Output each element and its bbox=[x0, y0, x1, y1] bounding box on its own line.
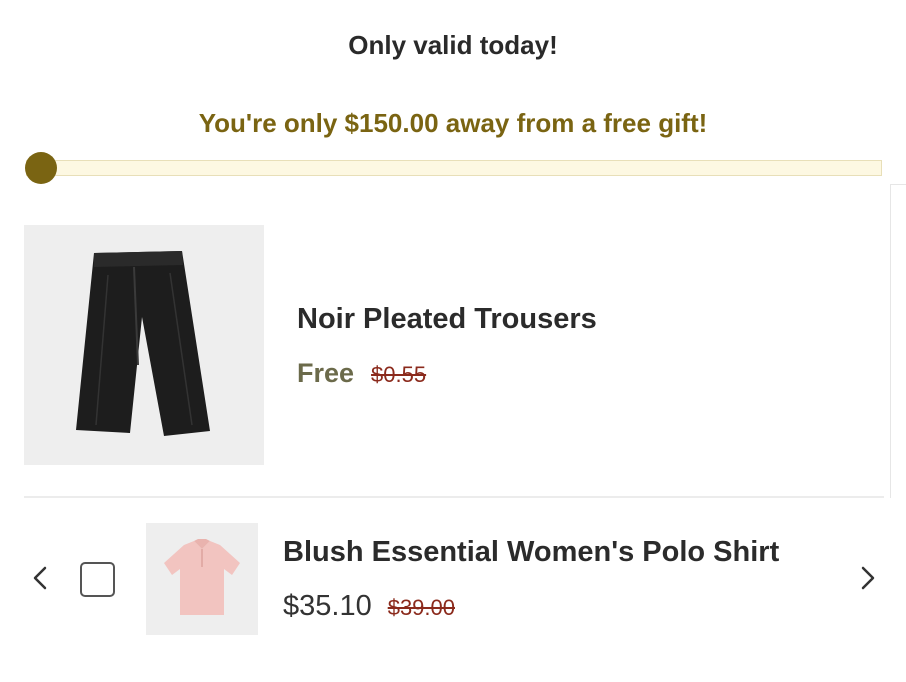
next-card-edge bbox=[890, 184, 906, 498]
black-trousers-image bbox=[76, 251, 210, 436]
promo-title: Only valid today! bbox=[348, 30, 558, 60]
upsell-product-image[interactable] bbox=[146, 523, 258, 635]
free-gift-progress-message: You're only $150.00 away from a free gif… bbox=[198, 108, 708, 138]
upsell-prev-button[interactable] bbox=[28, 564, 52, 592]
pink-polo-shirt-image bbox=[164, 539, 240, 615]
upsell-item-row: Blush Essential Women's Polo Shirt $35.1… bbox=[0, 520, 906, 640]
progress-indicator-knob bbox=[25, 152, 57, 184]
gift-compare-price: $0.55 bbox=[371, 362, 427, 387]
gift-price-row: Free $0.55 bbox=[297, 358, 426, 389]
gift-item-card: Noir Pleated Trousers Free $0.55 bbox=[24, 190, 884, 498]
free-gift-progress-bar bbox=[26, 160, 882, 176]
upsell-price: $35.10 bbox=[283, 590, 372, 622]
upsell-compare-price: $39.00 bbox=[387, 595, 455, 620]
gift-price: Free bbox=[297, 358, 355, 388]
upsell-add-checkbox[interactable] bbox=[80, 562, 115, 597]
upsell-next-button[interactable] bbox=[856, 564, 880, 592]
upsell-price-row: $35.10 $39.00 bbox=[283, 590, 455, 623]
upsell-product-name[interactable]: Blush Essential Women's Polo Shirt bbox=[283, 536, 779, 569]
chevron-left-icon bbox=[33, 566, 47, 590]
gift-product-name[interactable]: Noir Pleated Trousers bbox=[297, 303, 597, 336]
chevron-right-icon bbox=[861, 566, 875, 590]
gift-product-image[interactable] bbox=[24, 225, 264, 465]
